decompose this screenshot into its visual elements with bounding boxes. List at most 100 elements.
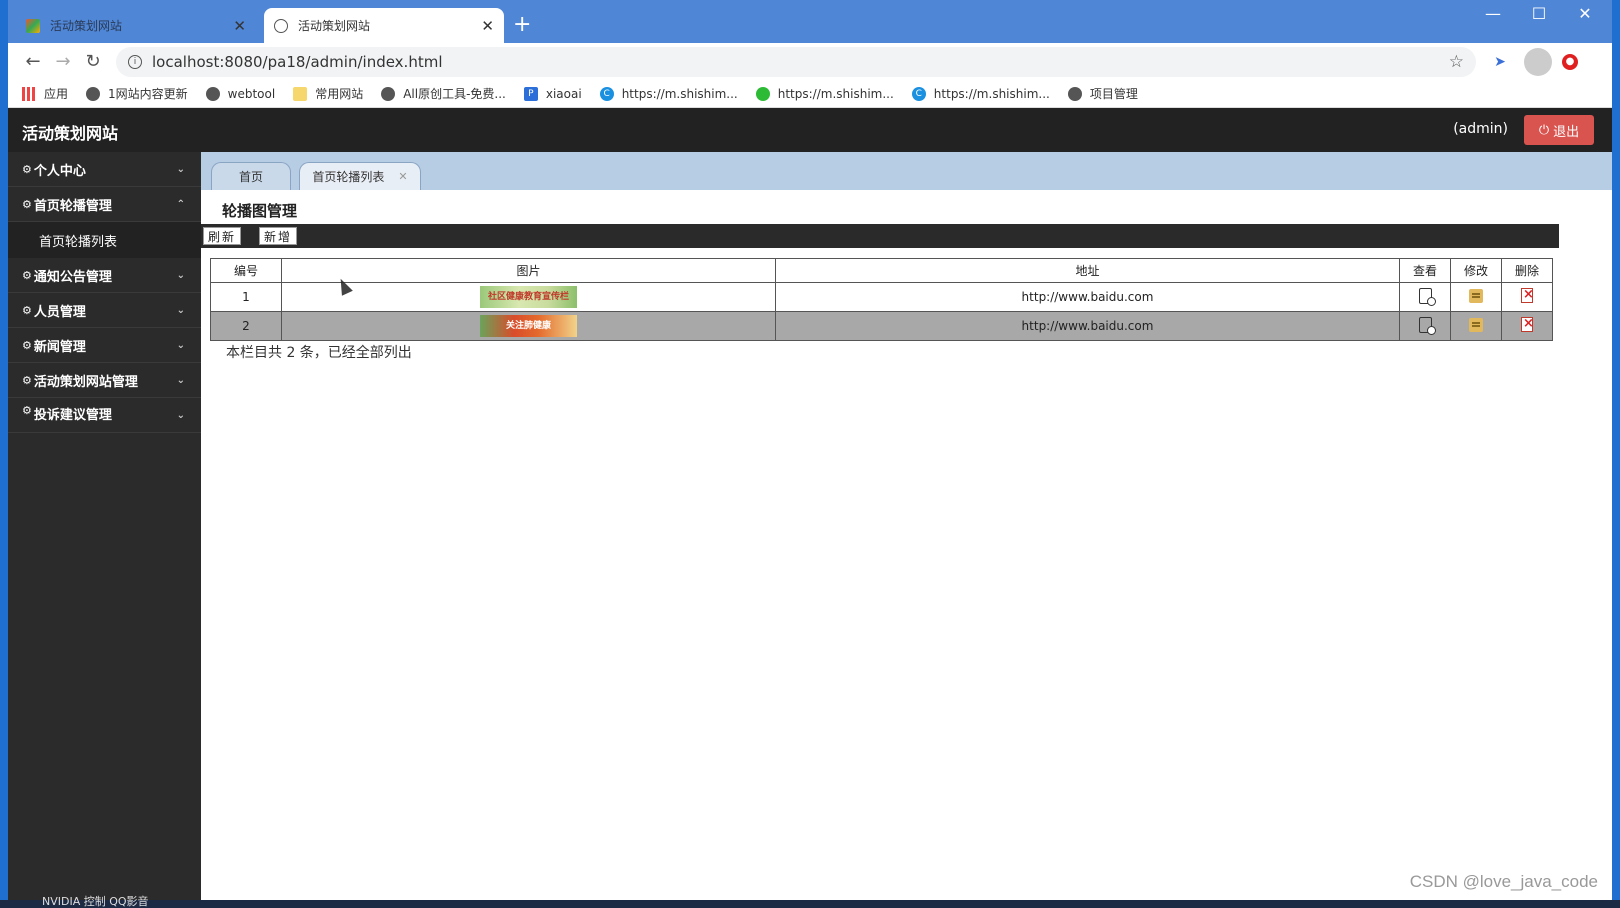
bookmark-item[interactable]: webtool [205,86,275,101]
tab-home[interactable]: 首页 [211,162,291,190]
new-tab-button[interactable]: + [513,12,531,37]
sidebar-item-label: 新闻管理 [33,339,86,355]
gears-icon: ⚙ [22,162,32,176]
edit-icon[interactable] [1469,288,1483,303]
delete-icon[interactable] [1521,287,1534,303]
close-icon[interactable]: ✕ [398,170,407,183]
bookmark-folder[interactable]: 常用网站 [293,85,363,102]
action-bar: 刷新 新增 [201,224,1559,248]
taskbar-text: NVIDIA 控制 QQ影音 [42,895,149,908]
cell-delete [1501,282,1553,312]
sidebar-item-staff[interactable]: ⚙ 人员管理 ⌄ [8,293,201,328]
cell-delete [1501,311,1553,341]
bookmark-item[interactable]: 1网站内容更新 [86,85,188,102]
sidebar-item-complaints[interactable]: ⚙ 投诉建议管理 ⌄ [8,398,201,433]
chevron-down-icon: ⌄ [176,410,185,421]
thumbnail-caption: 关注肺健康 [505,321,551,331]
main-content: 首页 首页轮播列表 ✕ 轮播图管理 刷新 新增 编号 图片 地址 查看 修改 删… [201,152,1612,900]
bookmark-item[interactable]: Pxiaoai [523,86,582,101]
folder-icon [293,86,308,101]
browser-window: 活动策划网站 ✕ 活动策划网站 ✕ + — ☐ ✕ ← → ↻ i localh… [8,0,1612,900]
chevron-down-icon: ⌄ [176,374,185,386]
sidebar-item-news[interactable]: ⚙ 新闻管理 ⌄ [8,328,201,363]
bookmark-item[interactable]: 项目管理 [1067,85,1138,102]
cell-id: 2 [210,311,282,341]
thumbnail-caption: 社区健康教育宣传栏 [487,292,569,302]
os-taskbar [0,900,1620,908]
gears-icon: ⚙ [22,338,32,352]
cell-view [1399,311,1451,341]
back-arrow-icon[interactable]: ← [18,47,48,77]
bookmark-star-icon[interactable]: ☆ [1449,52,1464,72]
chevron-down-icon: ⌄ [176,304,185,316]
cell-edit [1450,311,1502,341]
bookmark-label: 1网站内容更新 [108,87,188,101]
bookmark-item[interactable]: https://m.shishim... [755,86,894,101]
apps-grid-icon [22,86,36,101]
bookmark-label: https://m.shishim... [621,86,738,101]
globe-icon [274,18,288,33]
close-window-button[interactable]: ✕ [1562,4,1608,23]
sidebar-item-label: 人员管理 [33,304,86,320]
cell-id: 1 [210,282,282,312]
browser-tab-1[interactable]: 活动策划网站 ✕ [16,8,256,43]
browser-tab-2[interactable]: 活动策划网站 ✕ [264,8,504,43]
profile-avatar-icon[interactable] [1524,47,1552,76]
sidebar-item-event-site[interactable]: ⚙ 活动策划网站管理 ⌄ [8,363,201,398]
column-header-view: 查看 [1399,258,1451,283]
globe-icon [1067,86,1082,101]
sidebar-item-notice[interactable]: ⚙ 通知公告管理 ⌄ [8,258,201,293]
delete-icon[interactable] [1521,316,1534,332]
view-icon[interactable] [1418,287,1436,306]
sidebar-item-label: 首页轮播管理 [33,198,112,214]
chevron-up-icon: ⌃ [176,198,185,210]
sidebar-item-carousel[interactable]: ⚙ 首页轮播管理 ⌃ [8,187,201,222]
info-icon[interactable]: i [128,54,142,69]
bookmark-item[interactable]: Chttps://m.shishim... [599,86,738,101]
cell-url: http://www.baidu.com [775,311,1400,341]
refresh-button[interactable]: 刷新 [203,227,242,245]
bookmark-label: 项目管理 [1089,87,1138,101]
carousel-thumbnail[interactable]: 社区健康教育宣传栏 [480,286,577,308]
column-header-delete: 删除 [1501,258,1553,283]
sidebar-item-label: 个人中心 [33,163,86,179]
table-row: 1 社区健康教育宣传栏 http://www.baidu.com [210,282,1553,312]
edit-icon[interactable] [1469,317,1483,332]
watermark: CSDN @love_java_code [1409,872,1598,891]
cell-view [1399,282,1451,312]
content-tabs-bar: 首页 首页轮播列表 ✕ [201,152,1612,190]
bookmark-item[interactable]: Chttps://m.shishim... [911,86,1050,101]
logout-label: 退出 [1553,124,1580,140]
site-favicon-icon [26,18,40,33]
extension-icon[interactable]: ➤ [1486,48,1514,76]
close-icon[interactable]: ✕ [233,17,246,35]
minimize-button[interactable]: — [1470,4,1516,23]
globe-icon [205,86,220,101]
bookmark-label: All原创工具-免费... [403,87,506,101]
forward-arrow-icon[interactable]: → [48,47,78,77]
c-icon: C [911,86,926,101]
browser-tabstrip: 活动策划网站 ✕ 活动策划网站 ✕ + — ☐ ✕ [8,0,1612,43]
address-url[interactable]: localhost:8080/pa18/admin/index.html [152,53,1449,71]
tab-carousel-list[interactable]: 首页轮播列表 ✕ [299,162,421,190]
bookmark-apps[interactable]: 应用 [22,85,68,102]
sidebar-item-label: 通知公告管理 [33,269,112,285]
sidebar-subitem-carousel-list[interactable]: 首页轮播列表 [8,222,201,258]
table-row: 2 关注肺健康 http://www.baidu.com [210,311,1553,341]
bookmark-label: 常用网站 [315,87,364,101]
view-icon[interactable] [1418,316,1436,335]
maximize-button[interactable]: ☐ [1516,4,1562,23]
close-icon[interactable]: ✕ [481,17,494,35]
add-button[interactable]: 新增 [259,227,298,245]
carousel-thumbnail[interactable]: 关注肺健康 [480,315,577,337]
reload-icon[interactable]: ↻ [78,47,108,77]
gears-icon: ⚙ [22,303,32,317]
update-alert-icon[interactable]: ● [1562,53,1578,70]
address-bar[interactable]: i localhost:8080/pa18/admin/index.html ☆ [116,46,1476,77]
logout-button[interactable]: ⏻ 退出 [1524,115,1594,145]
cell-edit [1450,282,1502,312]
bookmark-item[interactable]: All原创工具-免费... [381,85,506,102]
globe-icon [381,86,396,101]
sidebar-item-personal-center[interactable]: ⚙ 个人中心 ⌄ [8,152,201,187]
cell-url: http://www.baidu.com [775,282,1400,312]
